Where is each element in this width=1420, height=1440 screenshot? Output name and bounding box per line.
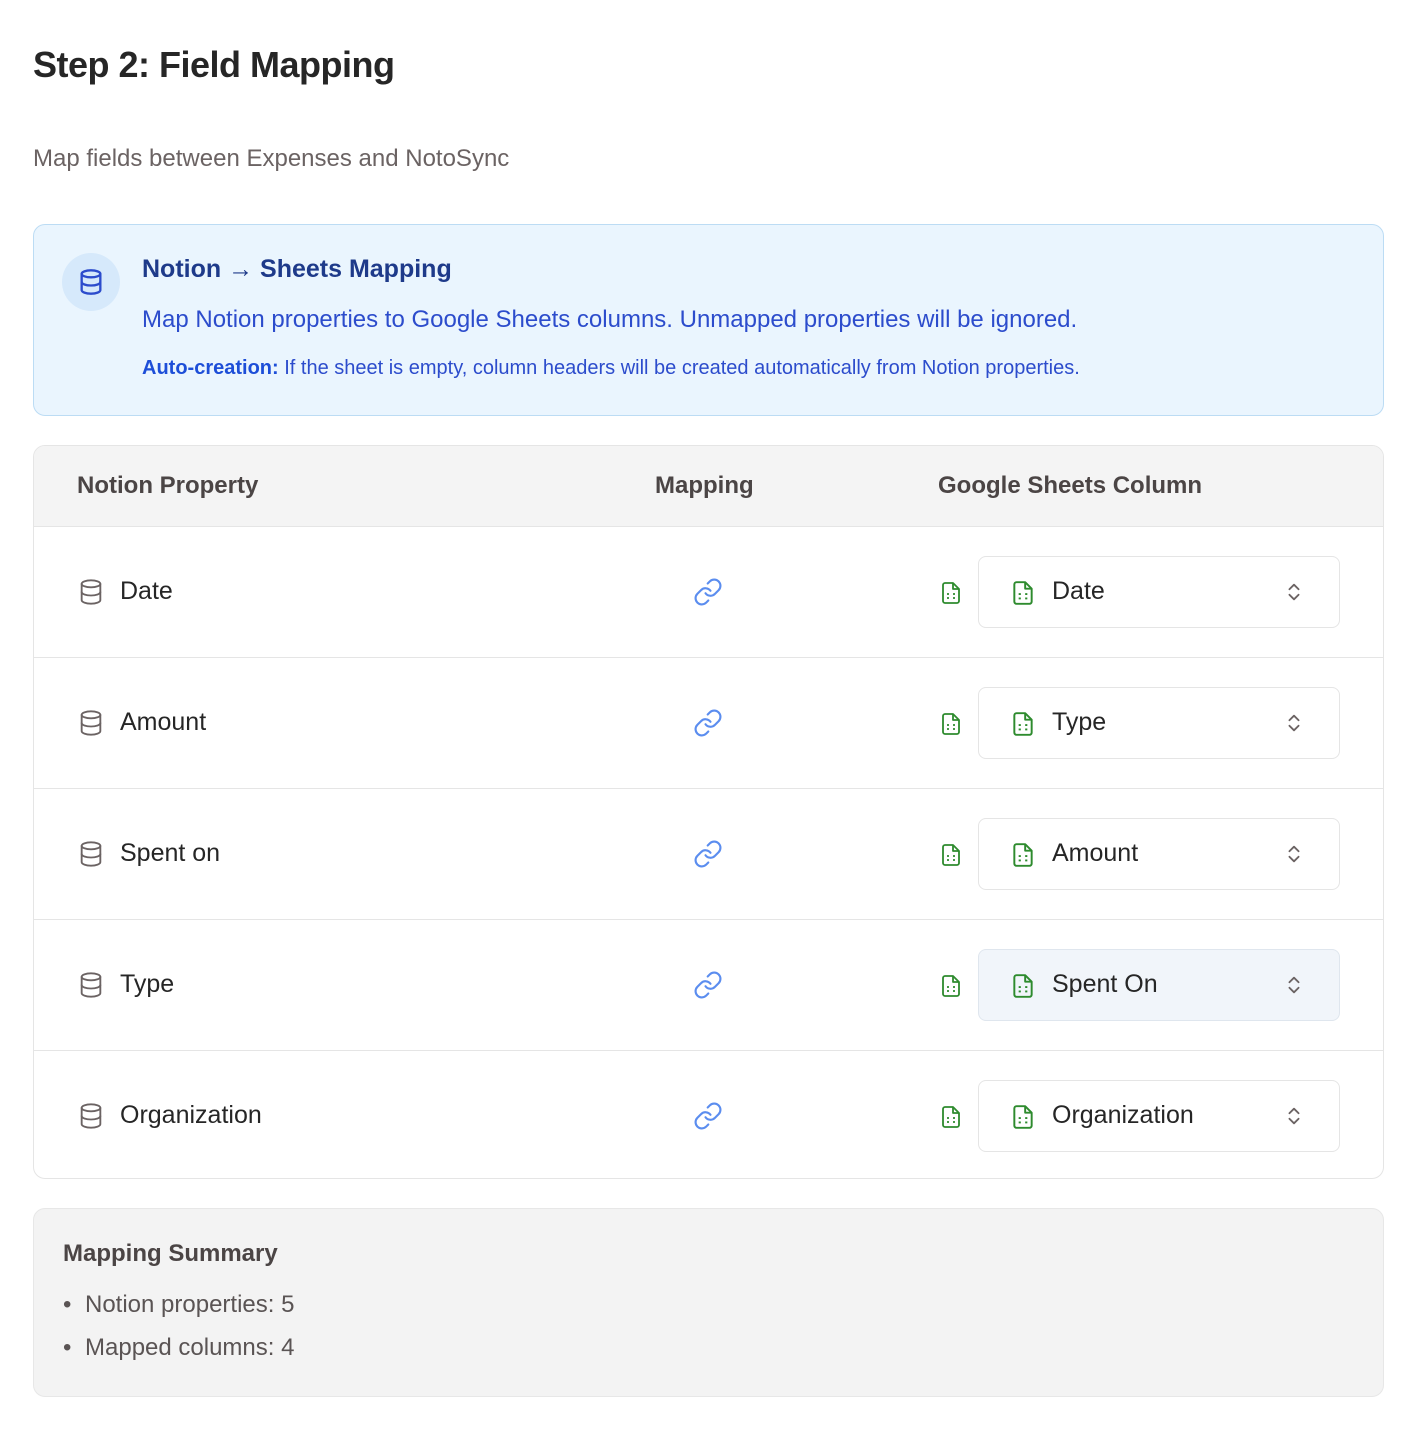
table-row: Type Spent On xyxy=(34,920,1383,1051)
notion-property-name: Date xyxy=(120,577,173,605)
sheets-column-select[interactable]: Date xyxy=(978,556,1340,628)
sheets-column-select[interactable]: Spent On xyxy=(978,949,1340,1021)
page-subtitle: Map fields between Expenses and NotoSync xyxy=(33,145,510,172)
summary-item-text: Mapped columns: 4 xyxy=(85,1334,295,1361)
database-icon xyxy=(77,1102,105,1135)
header-notion-property: Notion Property xyxy=(77,472,259,499)
chevron-up-down-icon xyxy=(1283,972,1305,1003)
selected-column: Amount xyxy=(1052,839,1139,867)
link-icon[interactable] xyxy=(693,839,723,874)
spreadsheet-icon xyxy=(939,1104,963,1135)
spreadsheet-icon xyxy=(1010,579,1036,612)
auto-creation-note: Auto-creation: If the sheet is empty, co… xyxy=(142,357,1080,380)
link-icon[interactable] xyxy=(693,970,723,1005)
summary-item: • Notion properties: 5 xyxy=(63,1291,295,1318)
notion-property-name: Spent on xyxy=(120,839,221,867)
sheets-column-select[interactable]: Amount xyxy=(978,818,1340,890)
field-mapping-table: Notion Property Mapping Google Sheets Co… xyxy=(33,445,1384,1179)
mapping-info-callout: Notion → Sheets Mapping Map Notion prope… xyxy=(33,224,1384,416)
header-mapping: Mapping xyxy=(655,472,754,499)
selected-column: Type xyxy=(1052,708,1107,736)
notion-property-name: Amount xyxy=(120,708,207,736)
mapping-summary: Mapping Summary • Notion properties: 5 • M… xyxy=(33,1208,1384,1397)
info-description: Map Notion properties to Google Sheets c… xyxy=(142,306,1078,333)
spreadsheet-icon xyxy=(939,580,963,611)
table-row: Amount Type xyxy=(34,658,1383,789)
summary-title: Mapping Summary xyxy=(63,1240,278,1267)
selected-column: Organization xyxy=(1052,1101,1194,1129)
table-row: Spent on Amount xyxy=(34,789,1383,920)
spreadsheet-icon xyxy=(939,842,963,873)
database-icon xyxy=(62,253,120,311)
database-icon xyxy=(77,840,105,873)
spreadsheet-icon xyxy=(1010,710,1036,743)
link-icon[interactable] xyxy=(693,708,723,743)
database-icon xyxy=(77,709,105,742)
chevron-up-down-icon xyxy=(1283,710,1305,741)
summary-item-text: Notion properties: 5 xyxy=(85,1291,295,1318)
spreadsheet-icon xyxy=(939,711,963,742)
sheets-column-select[interactable]: Organization xyxy=(978,1080,1340,1152)
chevron-up-down-icon xyxy=(1283,841,1305,872)
table-row: Organization Organization xyxy=(34,1051,1383,1178)
summary-item: • Mapped columns: 4 xyxy=(63,1334,295,1361)
notion-property-name: Organization xyxy=(120,1101,262,1129)
spreadsheet-icon xyxy=(939,973,963,1004)
spreadsheet-icon xyxy=(1010,1103,1036,1136)
link-icon[interactable] xyxy=(693,577,723,612)
database-icon xyxy=(77,578,105,611)
header-google-sheets-column: Google Sheets Column xyxy=(938,472,1203,499)
selected-column: Spent On xyxy=(1052,970,1158,998)
link-icon[interactable] xyxy=(693,1101,723,1136)
notion-property-name: Type xyxy=(120,970,175,998)
selected-column: Date xyxy=(1052,577,1105,605)
chevron-up-down-icon xyxy=(1283,579,1305,610)
table-row: Date Date xyxy=(34,527,1383,658)
spreadsheet-icon xyxy=(1010,972,1036,1005)
table-header: Notion Property Mapping Google Sheets Co… xyxy=(34,446,1383,527)
chevron-up-down-icon xyxy=(1283,1103,1305,1134)
spreadsheet-icon xyxy=(1010,841,1036,874)
info-title: Notion → Sheets Mapping xyxy=(142,255,452,283)
sheets-column-select[interactable]: Type xyxy=(978,687,1340,759)
database-icon xyxy=(77,971,105,1004)
page-title: Step 2: Field Mapping xyxy=(33,44,395,85)
auto-creation-label: Auto-creation: xyxy=(142,357,279,379)
auto-creation-text: If the sheet is empty, column headers wi… xyxy=(278,357,1080,379)
